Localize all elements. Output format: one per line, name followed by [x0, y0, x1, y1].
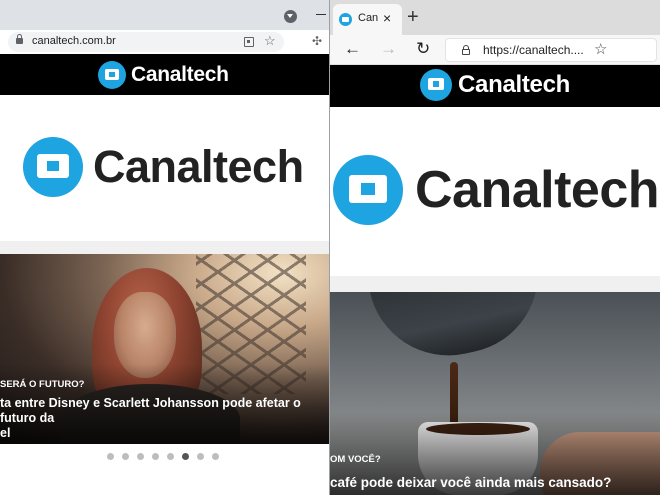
- hero-brand-text: Canaltech: [415, 161, 660, 219]
- left-title-bar: [0, 0, 329, 30]
- new-tab-button[interactable]: +: [407, 6, 419, 28]
- left-header-logo[interactable]: Canaltech: [98, 61, 229, 89]
- section-divider: [330, 276, 660, 292]
- left-address-bar[interactable]: canaltech.com.br ☆: [8, 32, 284, 52]
- lock-icon[interactable]: [462, 45, 470, 55]
- minimize-icon[interactable]: [316, 14, 326, 15]
- carousel-dot[interactable]: [197, 453, 204, 460]
- carousel-dot[interactable]: [182, 453, 189, 460]
- right-hero-logo-banner: Canaltech: [330, 107, 660, 276]
- lock-icon[interactable]: [16, 34, 23, 44]
- slide-kicker: SERÁ O FUTURO?: [0, 379, 85, 390]
- right-url-text[interactable]: https://canaltech....: [483, 43, 584, 57]
- right-hero-logo: Canaltech: [333, 155, 660, 225]
- add-favorite-star-icon[interactable]: ☆: [594, 41, 607, 59]
- slide-headline[interactable]: café pode deixar você ainda mais cansado…: [330, 475, 660, 490]
- canaltech-favicon-icon: [339, 13, 352, 26]
- right-address-bar[interactable]: https://canaltech.... ☆: [445, 38, 657, 62]
- carousel-dot[interactable]: [167, 453, 174, 460]
- carousel-dot[interactable]: [137, 453, 144, 460]
- browser-tab[interactable]: Canaltech ×: [333, 4, 402, 35]
- header-brand-text: Canaltech: [458, 71, 571, 98]
- carousel-dot[interactable]: [212, 453, 219, 460]
- extensions-puzzle-icon[interactable]: ✣: [312, 34, 322, 48]
- right-site-header: Canaltech: [330, 65, 660, 107]
- right-toolbar: ← → ↻ https://canaltech.... ☆: [330, 35, 660, 65]
- page-bottom-area: [0, 469, 329, 495]
- carousel-dots: [107, 453, 219, 460]
- section-divider: [0, 241, 329, 254]
- tab-search-dropdown-icon[interactable]: [284, 10, 297, 23]
- left-hero-logo-banner: Canaltech: [0, 95, 329, 241]
- left-url-text[interactable]: canaltech.com.br: [32, 35, 116, 47]
- carousel-dot[interactable]: [152, 453, 159, 460]
- forward-arrow-icon[interactable]: →: [380, 38, 397, 60]
- hero-brand-text: Canaltech: [93, 141, 304, 192]
- left-featured-slide[interactable]: SERÁ O FUTURO? ta entre Disney e Scarlet…: [0, 254, 329, 444]
- right-header-logo[interactable]: Canaltech: [420, 68, 570, 102]
- slide-photo-carafe: [370, 292, 553, 371]
- left-browser-window: canaltech.com.br ☆ ✣ Canaltech Canaltech…: [0, 0, 330, 495]
- carousel-dot[interactable]: [122, 453, 129, 460]
- carousel-pagination: [0, 444, 329, 469]
- left-hero-logo: Canaltech: [23, 137, 304, 197]
- right-browser-window: Canaltech × + ← → ↻ https://canaltech...…: [330, 0, 660, 495]
- tab-title[interactable]: Canaltech: [358, 12, 378, 24]
- right-featured-slide[interactable]: OM VOCÊ? café pode deixar você ainda mai…: [330, 292, 660, 495]
- slide-kicker: OM VOCÊ?: [330, 454, 381, 465]
- reload-icon[interactable]: ↻: [416, 38, 430, 60]
- carousel-dot[interactable]: [107, 453, 114, 460]
- left-toolbar: canaltech.com.br ☆ ✣: [0, 30, 329, 54]
- slide-headline[interactable]: ta entre Disney e Scarlett Johansson pod…: [0, 396, 329, 441]
- canaltech-logo-icon: [333, 155, 403, 225]
- bookmark-star-icon[interactable]: ☆: [264, 33, 276, 49]
- canaltech-logo-icon: [23, 137, 83, 197]
- close-tab-icon[interactable]: ×: [383, 9, 391, 27]
- canaltech-logo-icon: [98, 61, 126, 89]
- canaltech-logo-icon: [420, 69, 452, 101]
- left-site-header: Canaltech: [0, 54, 329, 95]
- header-brand-text: Canaltech: [131, 63, 229, 86]
- back-arrow-icon[interactable]: ←: [344, 38, 361, 60]
- qr-code-icon[interactable]: [244, 37, 254, 47]
- right-title-bar: Canaltech × +: [330, 0, 660, 35]
